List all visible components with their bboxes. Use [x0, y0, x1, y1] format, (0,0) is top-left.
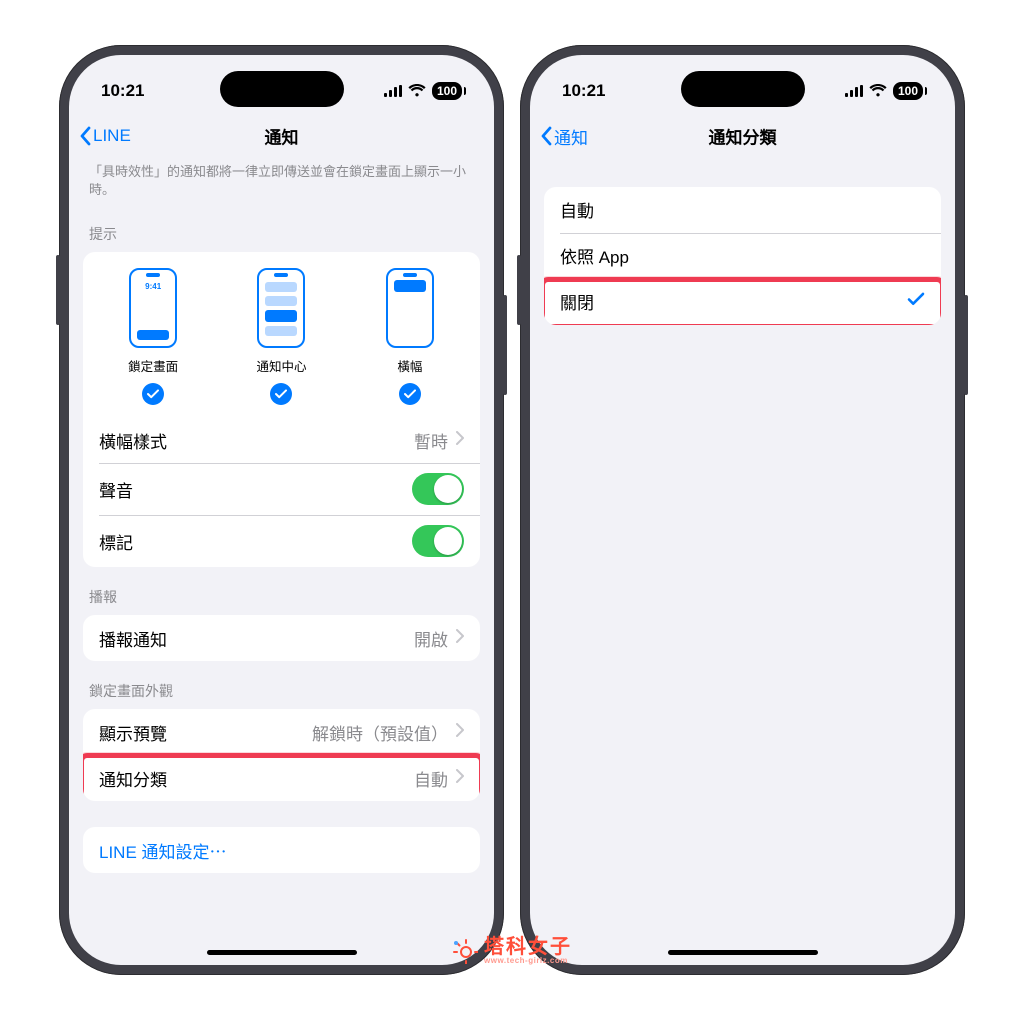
preview-value: 解鎖時（預設值） — [312, 720, 448, 745]
card-lock-appearance: 顯示預覽 解鎖時（預設值） 通知分類 自動 — [83, 709, 480, 801]
back-button[interactable]: LINE — [79, 126, 131, 146]
option-off-label: 關閉 — [560, 289, 594, 314]
card-line-settings: LINE 通知設定⋯ — [83, 827, 480, 873]
row-badge[interactable]: 標記 — [83, 515, 480, 567]
section-header-lock-appearance: 鎖定畫面外觀 — [69, 667, 494, 709]
chevron-left-icon — [540, 126, 552, 146]
nav-bar: 通知 通知分類 — [530, 113, 955, 161]
sun-icon — [452, 938, 478, 964]
announce-value: 開啟 — [414, 626, 448, 651]
notification-center-preview-icon — [257, 268, 305, 348]
watermark-logo: 塔科女子 www.tech-girlz.com — [452, 937, 572, 965]
home-indicator[interactable] — [668, 950, 818, 955]
row-banner-style[interactable]: 橫幅樣式 暫時 — [83, 417, 480, 463]
banner-preview-icon — [386, 268, 434, 348]
alert-notification-center[interactable]: 通知中心 — [218, 268, 345, 411]
nav-bar: LINE 通知 — [69, 113, 494, 161]
card-announce: 播報通知 開啟 — [83, 615, 480, 661]
back-label: LINE — [93, 126, 131, 146]
phone-right: 10:21 100 通知 通知分 — [520, 45, 965, 975]
time-sensitive-note: 「具時效性」的通知都將一律立即傳送並會在鎖定畫面上顯示一小時。 — [69, 161, 494, 211]
chevron-right-icon — [456, 722, 464, 742]
row-announce[interactable]: 播報通知 開啟 — [83, 615, 480, 661]
back-button[interactable]: 通知 — [540, 124, 588, 149]
chevron-right-icon — [456, 768, 464, 788]
banner-style-label: 橫幅樣式 — [99, 428, 167, 453]
chevron-right-icon — [456, 430, 464, 450]
row-option-auto[interactable]: 自動 — [544, 187, 941, 233]
battery-icon: 100 — [893, 82, 923, 100]
option-by-app-label: 依照 App — [560, 243, 629, 268]
home-indicator[interactable] — [207, 950, 357, 955]
row-option-off[interactable]: 關閉 — [544, 279, 941, 325]
battery-icon: 100 — [432, 82, 462, 100]
wifi-icon — [869, 84, 887, 97]
grouping-value: 自動 — [414, 766, 448, 791]
row-notification-grouping[interactable]: 通知分類 自動 — [83, 755, 480, 801]
checkmark-icon — [142, 383, 164, 405]
alert-banner[interactable]: 橫幅 — [346, 268, 473, 411]
phone-left: 10:21 100 LINE 通 — [59, 45, 504, 975]
badge-toggle[interactable] — [412, 525, 464, 557]
page-title: 通知分類 — [709, 124, 777, 149]
row-line-notification-settings[interactable]: LINE 通知設定⋯ — [83, 827, 480, 873]
grouping-label: 通知分類 — [99, 766, 167, 791]
checkmark-icon — [907, 291, 925, 312]
row-sound[interactable]: 聲音 — [83, 463, 480, 515]
alert-lock-screen[interactable]: 9:41 鎖定畫面 — [90, 268, 217, 411]
page-title: 通知 — [265, 124, 299, 149]
cellular-icon — [845, 85, 863, 97]
cellular-icon — [384, 85, 402, 97]
alert-banner-label: 橫幅 — [397, 356, 422, 375]
status-time: 10:21 — [101, 81, 144, 101]
checkmark-icon — [399, 383, 421, 405]
status-time: 10:21 — [562, 81, 605, 101]
chevron-left-icon — [79, 126, 91, 146]
dynamic-island — [220, 71, 344, 107]
sound-label: 聲音 — [99, 477, 133, 502]
preview-label: 顯示預覽 — [99, 720, 167, 745]
chevron-right-icon — [456, 628, 464, 648]
alert-lock-label: 鎖定畫面 — [128, 356, 178, 375]
section-header-alerts: 提示 — [69, 210, 494, 252]
watermark-url: www.tech-girlz.com — [484, 957, 572, 965]
lock-screen-preview-icon: 9:41 — [129, 268, 177, 348]
line-settings-label: LINE 通知設定⋯ — [99, 838, 227, 863]
option-auto-label: 自動 — [560, 197, 594, 222]
sound-toggle[interactable] — [412, 473, 464, 505]
row-option-by-app[interactable]: 依照 App — [544, 233, 941, 279]
announce-label: 播報通知 — [99, 626, 167, 651]
watermark-title: 塔科女子 — [484, 937, 572, 957]
back-label: 通知 — [554, 124, 588, 149]
row-show-preview[interactable]: 顯示預覽 解鎖時（預設值） — [83, 709, 480, 755]
wifi-icon — [408, 84, 426, 97]
section-header-announce: 播報 — [69, 573, 494, 615]
checkmark-icon — [270, 383, 292, 405]
badge-label: 標記 — [99, 529, 133, 554]
alert-center-label: 通知中心 — [256, 356, 306, 375]
banner-style-value: 暫時 — [414, 428, 448, 453]
card-alerts: 9:41 鎖定畫面 — [83, 252, 480, 567]
dynamic-island — [681, 71, 805, 107]
card-grouping-options: 自動 依照 App 關閉 — [544, 187, 941, 325]
